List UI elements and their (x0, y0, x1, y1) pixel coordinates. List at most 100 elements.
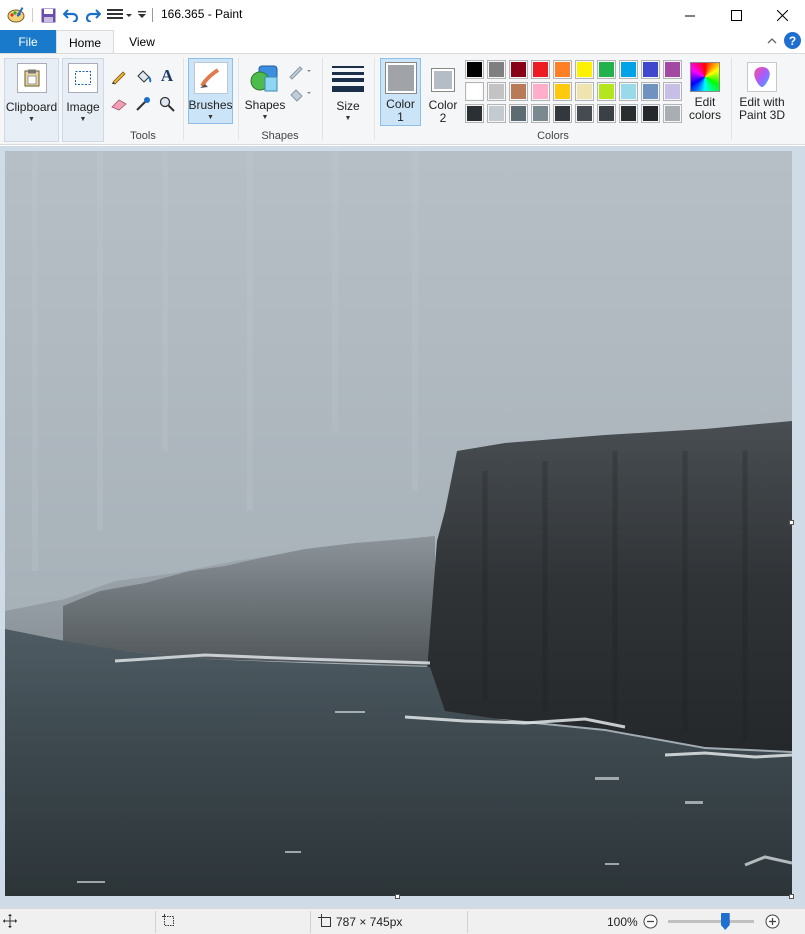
zoom-slider-track[interactable] (668, 913, 754, 930)
palette-swatch[interactable] (509, 104, 528, 123)
pencil-icon[interactable] (109, 66, 129, 86)
ribbon-separator (238, 58, 239, 140)
palette-swatch-color (555, 84, 570, 99)
palette-swatch[interactable] (575, 82, 594, 101)
palette-swatch[interactable] (641, 104, 660, 123)
edit-with-paint3d-button[interactable]: Edit with Paint 3D (736, 58, 788, 126)
color2-label-number: 2 (439, 111, 447, 125)
palette-swatch[interactable] (531, 104, 550, 123)
color-picker-icon[interactable] (133, 94, 153, 114)
palette-swatch[interactable] (487, 60, 506, 79)
palette-swatch[interactable] (487, 104, 506, 123)
brushes-button[interactable]: Brushes ▼ (188, 58, 233, 124)
palette-swatch[interactable] (465, 82, 484, 101)
tab-home[interactable]: Home (56, 30, 114, 54)
tab-view[interactable]: View (114, 30, 170, 53)
palette-swatch[interactable] (509, 60, 528, 79)
palette-swatch[interactable] (465, 60, 484, 79)
qa-dropdown-icon[interactable] (136, 5, 148, 25)
palette-swatch-color (533, 84, 548, 99)
tab-file[interactable]: File (0, 30, 56, 53)
palette-swatch[interactable] (597, 82, 616, 101)
palette-swatch-color (533, 106, 548, 121)
palette-swatch[interactable] (531, 82, 550, 101)
edit-colors-label-2: colors (688, 108, 721, 122)
color1-label-number: 1 (397, 110, 404, 124)
minimize-button[interactable] (667, 0, 713, 30)
palette-swatch-color (511, 62, 526, 77)
palette-swatch-color (533, 62, 548, 77)
colors-group-label: Colors (537, 130, 569, 142)
outline-icon[interactable] (288, 62, 314, 82)
customize-qa-menu-icon[interactable] (106, 5, 132, 25)
magnifier-icon[interactable] (157, 94, 177, 114)
palette-swatch-color (621, 62, 636, 77)
color-palette (465, 60, 685, 126)
resize-handle-bottom[interactable] (395, 894, 400, 899)
palette-swatch[interactable] (465, 104, 484, 123)
zoom-slider-thumb[interactable] (720, 913, 730, 930)
palette-swatch[interactable] (509, 82, 528, 101)
canvas-size-icon (318, 914, 332, 931)
palette-swatch[interactable] (553, 82, 572, 101)
ribbon: Clipboard ▼ Image ▼ A Tools Brushes ▼ Sh… (0, 53, 805, 145)
palette-swatch[interactable] (553, 104, 572, 123)
palette-swatch[interactable] (575, 60, 594, 79)
eraser-icon[interactable] (109, 94, 129, 114)
drawing-canvas[interactable] (5, 151, 792, 896)
brushes-label: Brushes (188, 98, 233, 112)
undo-icon[interactable] (61, 5, 81, 25)
palette-swatch[interactable] (619, 82, 638, 101)
palette-swatch[interactable] (575, 104, 594, 123)
palette-swatch[interactable] (663, 82, 682, 101)
palette-swatch-color (467, 62, 482, 77)
zoom-in-button[interactable] (765, 914, 780, 932)
resize-handle-corner[interactable] (789, 894, 794, 899)
status-separator (155, 911, 156, 933)
palette-swatch[interactable] (641, 82, 660, 101)
shape-fill-icon[interactable] (288, 84, 314, 104)
paint3d-icon (747, 62, 777, 92)
palette-swatch[interactable] (487, 82, 506, 101)
palette-swatch-color (555, 106, 570, 121)
color1-button[interactable]: Color 1 (380, 58, 421, 126)
palette-swatch[interactable] (553, 60, 572, 79)
image-button[interactable]: Image ▼ (62, 58, 104, 142)
palette-swatch[interactable] (641, 60, 660, 79)
color1-fill (387, 65, 414, 91)
save-icon[interactable] (38, 5, 58, 25)
line-size-icon (331, 64, 365, 94)
palette-swatch[interactable] (531, 60, 550, 79)
clipboard-button[interactable]: Clipboard ▼ (4, 58, 59, 142)
palette-swatch-color (621, 106, 636, 121)
palette-swatch[interactable] (619, 60, 638, 79)
paint-app-icon[interactable] (6, 5, 26, 25)
palette-swatch[interactable] (597, 104, 616, 123)
palette-swatch[interactable] (619, 104, 638, 123)
size-button[interactable]: Size ▼ (327, 58, 369, 124)
tools-group-label: Tools (130, 130, 156, 142)
close-button[interactable] (759, 0, 805, 30)
palette-swatch-color (665, 106, 680, 121)
selection-size-icon (162, 914, 176, 931)
palette-swatch-color (467, 84, 482, 99)
palette-swatch[interactable] (663, 104, 682, 123)
palette-swatch-color (555, 62, 570, 77)
palette-swatch-color (599, 62, 614, 77)
color2-button[interactable]: Color 2 (425, 58, 461, 126)
edit-colors-button[interactable]: Edit colors (685, 58, 725, 126)
collapse-ribbon-icon[interactable] (764, 33, 780, 49)
ribbon-tabs: File Home View ? (0, 30, 805, 54)
palette-swatch[interactable] (663, 60, 682, 79)
text-tool-icon[interactable]: A (157, 66, 177, 86)
redo-icon[interactable] (83, 5, 103, 25)
maximize-button[interactable] (713, 0, 759, 30)
fill-bucket-icon[interactable] (133, 66, 153, 86)
palette-swatch[interactable] (597, 60, 616, 79)
zoom-out-button[interactable] (643, 914, 658, 932)
shapes-button[interactable]: Shapes ▼ (243, 58, 287, 124)
resize-handle-right[interactable] (789, 520, 794, 525)
palette-swatch-color (643, 106, 658, 121)
help-button[interactable]: ? (784, 32, 801, 49)
ribbon-separator (183, 58, 184, 140)
